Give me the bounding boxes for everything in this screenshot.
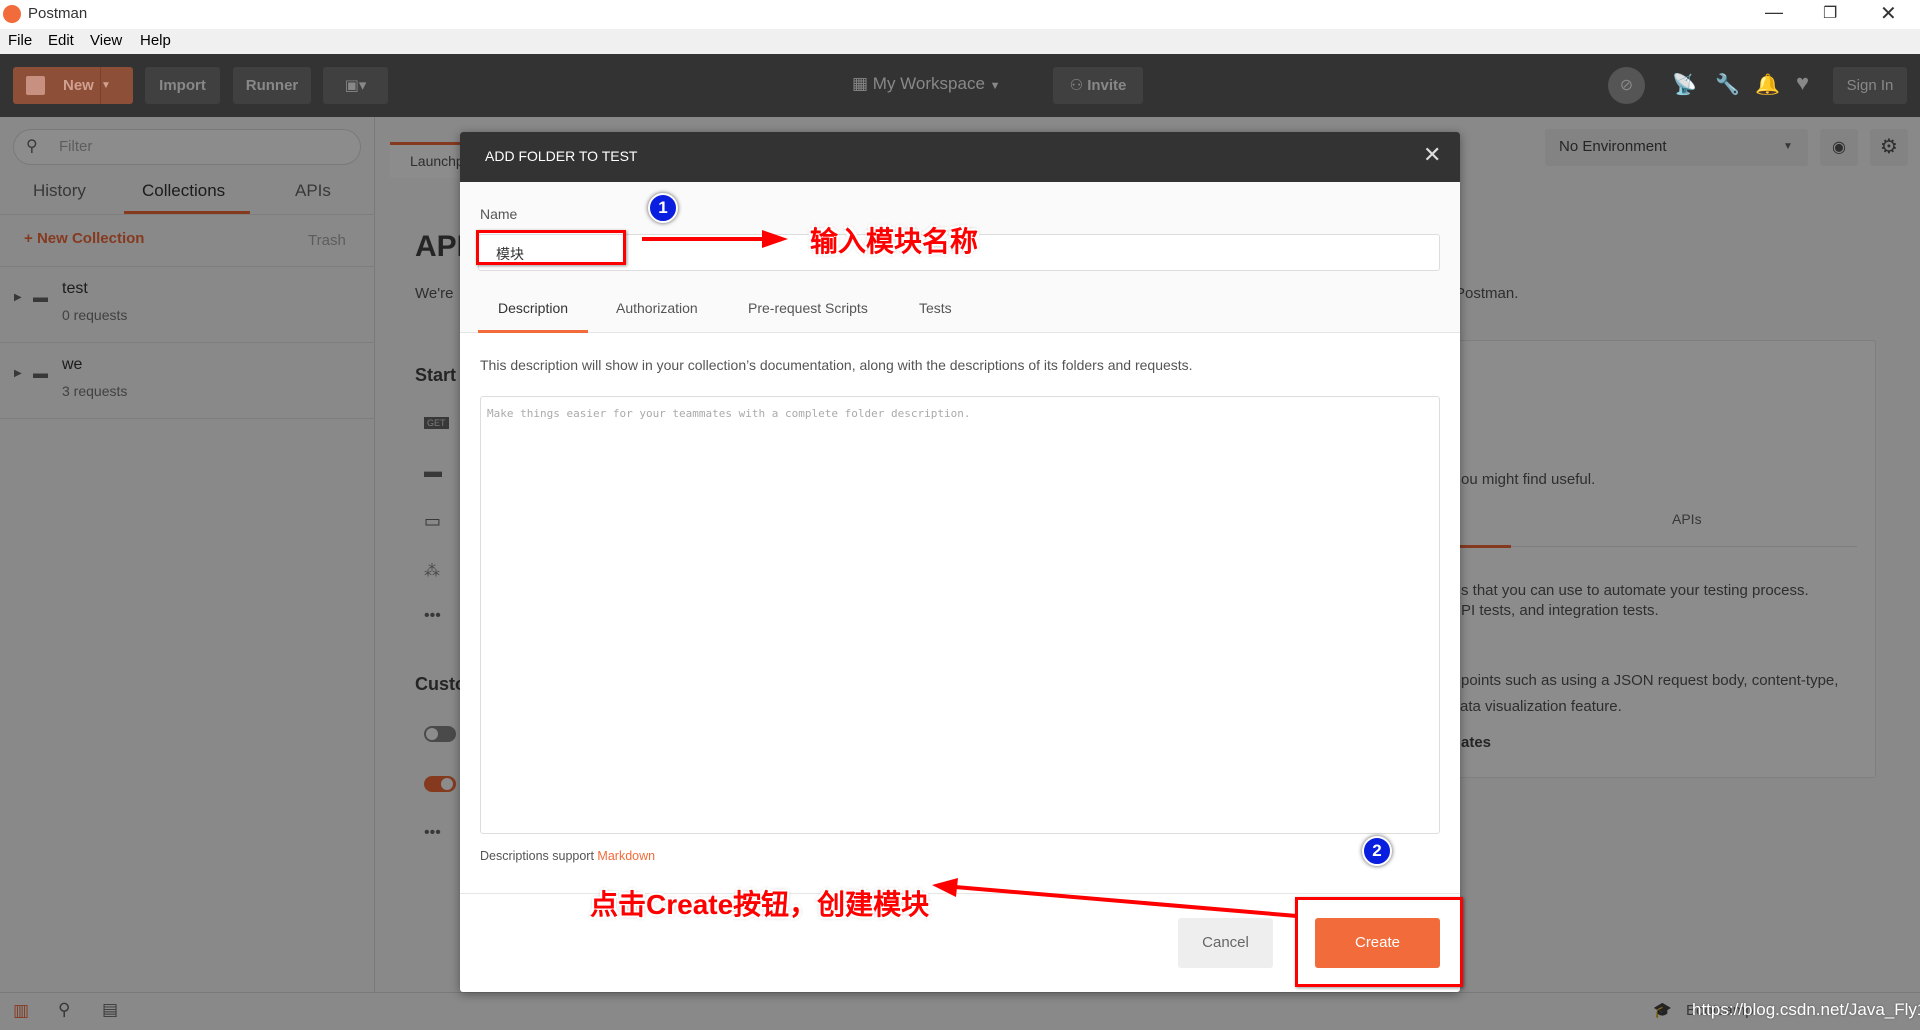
satellite-icon[interactable]: 📡 [1672, 72, 1697, 97]
title-bar: Postman — ❐ ✕ [0, 0, 1920, 29]
annotation-box-name [476, 230, 626, 265]
workspace-selector[interactable]: ▦ My Workspace ▼ [852, 74, 1001, 94]
wrench-icon[interactable]: 🔧 [1715, 72, 1740, 97]
markdown-link[interactable]: Markdown [597, 849, 655, 863]
markdown-note: Descriptions support Markdown [480, 849, 656, 863]
add-user-icon: ⚇ [1069, 77, 1088, 94]
description-help: This description will show in your colle… [480, 357, 1193, 373]
step-badge-1: 1 [648, 193, 678, 223]
annotation-arrow-1 [642, 230, 788, 248]
grid-icon: ▦ [852, 74, 869, 93]
cancel-button[interactable]: Cancel [1178, 918, 1273, 968]
watermark: https://blog.csdn.net/Java_Fly1 [1692, 1000, 1920, 1019]
tab-tests[interactable]: Tests [919, 300, 952, 316]
tab-pre-request-scripts[interactable]: Pre-request Scripts [748, 300, 868, 316]
description-textarea[interactable]: Make things easier for your teammates wi… [480, 396, 1440, 834]
window-title: Postman [28, 5, 88, 22]
plus-icon [26, 76, 45, 95]
chevron-down-icon[interactable]: ▼ [100, 67, 133, 104]
new-window-icon: ▣▾ [344, 77, 367, 94]
menu-help[interactable]: Help [140, 32, 171, 49]
active-tab-indicator [478, 330, 588, 333]
import-button[interactable]: Import [145, 67, 220, 104]
new-window-button[interactable]: ▣▾ [323, 67, 388, 104]
minimize-button[interactable]: — [1765, 2, 1783, 23]
new-button[interactable]: New ▼ [13, 67, 133, 104]
sign-in-button[interactable]: Sign In [1833, 67, 1907, 104]
invite-button[interactable]: ⚇ Invite [1053, 67, 1143, 104]
annotation-text-1: 输入模块名称 [810, 226, 979, 257]
menu-view[interactable]: View [90, 32, 122, 49]
annotation-text-2: 点击Create按钮，创建模块 [590, 889, 930, 920]
close-icon[interactable]: ✕ [1423, 142, 1441, 168]
menu-file[interactable]: File [8, 32, 32, 49]
annotation-arrow-2 [932, 878, 1298, 918]
postman-logo-icon [3, 5, 21, 23]
tab-authorization[interactable]: Authorization [616, 300, 698, 316]
step-badge-2: 2 [1362, 836, 1392, 866]
close-window-button[interactable]: ✕ [1880, 1, 1897, 26]
menu-bar: File Edit View Help [0, 29, 1920, 54]
menu-edit[interactable]: Edit [48, 32, 74, 49]
toolbar: New ▼ Import Runner ▣▾ ▦ My Workspace ▼ … [0, 54, 1920, 117]
sync-off-icon[interactable]: ⊘ [1608, 67, 1645, 104]
annotation-box-create [1295, 897, 1463, 987]
bell-icon[interactable]: 🔔 [1755, 72, 1780, 97]
modal-title: ADD FOLDER TO TEST [485, 148, 638, 164]
modal-header: ADD FOLDER TO TEST ✕ [460, 132, 1460, 182]
restore-button[interactable]: ❐ [1823, 3, 1837, 23]
name-label: Name [480, 206, 518, 222]
tab-description[interactable]: Description [498, 300, 568, 316]
runner-button[interactable]: Runner [233, 67, 311, 104]
chevron-down-icon: ▼ [989, 80, 1001, 92]
heart-icon[interactable]: ♥ [1796, 70, 1809, 96]
